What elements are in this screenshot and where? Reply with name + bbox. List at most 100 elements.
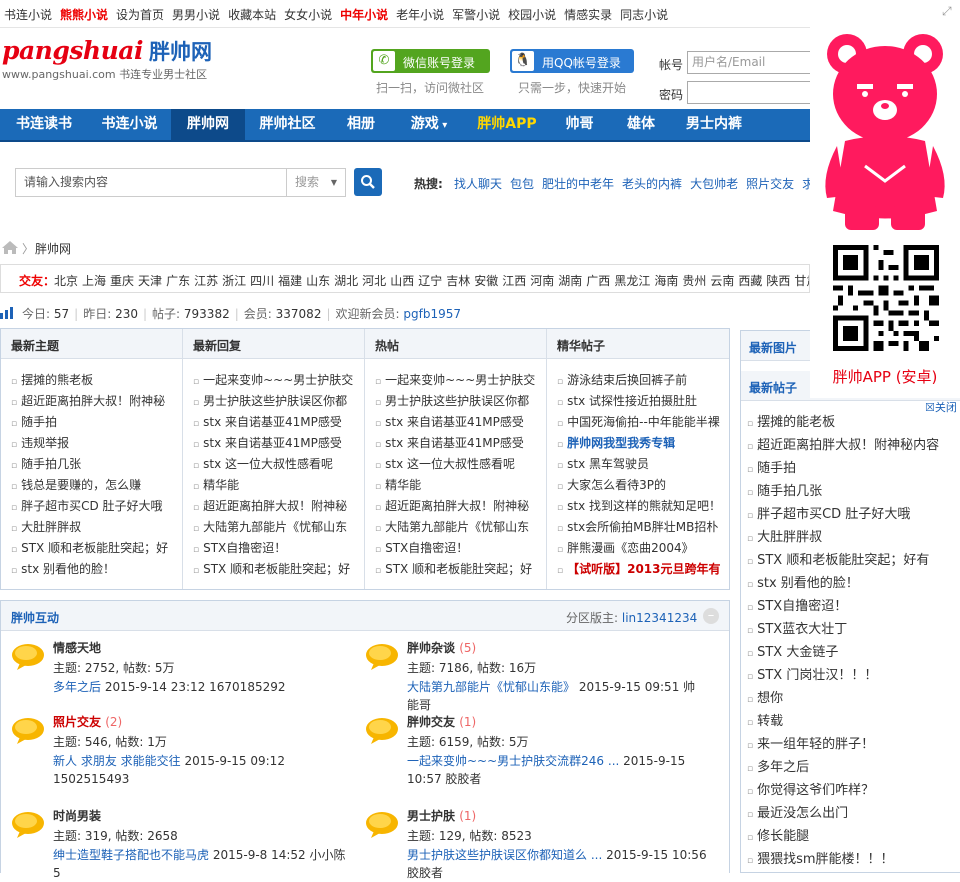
region-link[interactable]: 广西: [586, 274, 610, 288]
sidebar-post-link[interactable]: STX 大金链子: [747, 641, 957, 664]
post-link[interactable]: stx 黑车驾驶员: [557, 454, 723, 475]
post-link[interactable]: STX 顺和老板能肚突起；好: [11, 538, 177, 559]
sidebar-post-link[interactable]: 来一组年轻的胖子！: [747, 733, 957, 756]
post-link[interactable]: STX 顺和老板能肚突起；好: [375, 559, 541, 580]
post-link[interactable]: stx 这一位大叔性感看呢: [193, 454, 359, 475]
post-link[interactable]: stx 来自诺基亚41MP感受: [375, 433, 541, 454]
post-link[interactable]: stx 这一位大叔性感看呢: [375, 454, 541, 475]
region-link[interactable]: 河南: [530, 274, 554, 288]
hot-search-link[interactable]: 包包: [510, 177, 534, 191]
newest-member-link[interactable]: pgfb1957: [403, 307, 461, 321]
nav-item[interactable]: 游戏 ▾: [392, 109, 466, 140]
board-title[interactable]: 男士护肤: [407, 809, 455, 823]
sidebar-post-link[interactable]: stx 别看他的脸！: [747, 572, 957, 595]
post-link[interactable]: 大陆第九部能片《忧郁山东: [375, 517, 541, 538]
post-link[interactable]: 胖子超市买CD 肚子好大哦: [11, 496, 177, 517]
post-link[interactable]: 游泳结束后换回裤子前: [557, 370, 723, 391]
region-link[interactable]: 重庆: [110, 274, 134, 288]
post-link[interactable]: stx 找到这样的熊就知足吧！: [557, 496, 723, 517]
close-ad-button[interactable]: ☒关闭: [925, 399, 957, 415]
top-link[interactable]: 老年小说: [396, 8, 444, 22]
sidebar-post-link[interactable]: STX 顺和老板能肚突起；好有: [747, 549, 957, 572]
top-link[interactable]: 收藏本站: [228, 8, 276, 22]
post-link[interactable]: 胖帅网我型我秀专辑: [557, 433, 723, 454]
top-link[interactable]: 男男小说: [172, 8, 220, 22]
post-link[interactable]: stx 试探性接近拍摄肚肚: [557, 391, 723, 412]
region-link[interactable]: 西藏: [738, 274, 762, 288]
post-link[interactable]: 随手拍: [11, 412, 177, 433]
post-link[interactable]: 违规举报: [11, 433, 177, 454]
post-link[interactable]: 超近距离拍胖大叔！附神秘: [11, 391, 177, 412]
board-title[interactable]: 胖帅杂谈: [407, 641, 455, 655]
region-link[interactable]: 黑龙江: [614, 274, 650, 288]
last-post-link[interactable]: 新人 求朋友 求能能交往: [53, 754, 181, 768]
sidebar-post-link[interactable]: STX 门岗壮汉！！！: [747, 664, 957, 687]
hot-search-link[interactable]: 大包帅老: [690, 177, 738, 191]
sidebar-post-link[interactable]: 大肚胖胖叔: [747, 526, 957, 549]
region-link[interactable]: 甘肃: [794, 274, 809, 288]
app-ad-panel[interactable]: 胖帅APP (安卓): [810, 20, 960, 398]
post-link[interactable]: 男士护肤这些护肤误区你都: [375, 391, 541, 412]
board-name[interactable]: 情感天地: [53, 639, 101, 656]
sidebar-post-link[interactable]: STX蓝衣大壮丁: [747, 618, 957, 641]
post-link[interactable]: STX 顺和老板能肚突起；好: [193, 559, 359, 580]
region-link[interactable]: 四川: [250, 274, 274, 288]
post-link[interactable]: stx 来自诺基亚41MP感受: [375, 412, 541, 433]
post-link[interactable]: 一起来变帅~~~男士护肤交: [375, 370, 541, 391]
top-link[interactable]: 同志小说: [620, 8, 668, 22]
post-link[interactable]: stx 来自诺基亚41MP感受: [193, 412, 359, 433]
sidebar-post-link[interactable]: STX自撸密迢！: [747, 595, 957, 618]
board-name[interactable]: 男士护肤 (1): [407, 807, 476, 824]
top-link[interactable]: 中年小说: [340, 8, 388, 22]
post-link[interactable]: 一起来变帅~~~男士护肤交: [193, 370, 359, 391]
top-link[interactable]: 情感实录: [564, 8, 612, 22]
post-link[interactable]: STX自撸密迢！: [375, 538, 541, 559]
sidebar-post-link[interactable]: 转载: [747, 710, 957, 733]
region-link[interactable]: 上海: [82, 274, 106, 288]
post-link[interactable]: 随手拍几张: [11, 454, 177, 475]
board-name[interactable]: 胖帅交友 (1): [407, 713, 476, 730]
post-link[interactable]: 大陆第九部能片《忧郁山东: [193, 517, 359, 538]
post-link[interactable]: 超近距离拍胖大叔！附神秘: [375, 496, 541, 517]
region-link[interactable]: 天津: [138, 274, 162, 288]
region-link[interactable]: 湖北: [334, 274, 358, 288]
qq-login-button[interactable]: 🐧 用QQ帐号登录: [510, 49, 634, 73]
post-link[interactable]: 钱总是要赚的，怎么赚: [11, 475, 177, 496]
account-input[interactable]: 用户名/Email: [687, 51, 812, 74]
post-link[interactable]: 大肚胖胖叔: [11, 517, 177, 538]
post-link[interactable]: STX自撸密迢！: [193, 538, 359, 559]
nav-item[interactable]: 男士内裤: [671, 109, 757, 140]
board-name[interactable]: 胖帅杂谈 (5): [407, 639, 476, 656]
region-link[interactable]: 广东: [166, 274, 190, 288]
search-button[interactable]: [354, 168, 382, 196]
post-link[interactable]: 【试听版】2013元旦跨年有: [557, 559, 723, 580]
top-link[interactable]: 设为首页: [116, 8, 164, 22]
board-name[interactable]: 照片交友 (2): [53, 713, 122, 730]
post-link[interactable]: stx 来自诺基亚41MP感受: [193, 433, 359, 454]
top-link[interactable]: 校园小说: [508, 8, 556, 22]
region-link[interactable]: 贵州: [682, 274, 706, 288]
post-link[interactable]: 精华能: [193, 475, 359, 496]
region-link[interactable]: 海南: [654, 274, 678, 288]
nav-item[interactable]: 书连读书: [0, 109, 88, 140]
region-link[interactable]: 云南: [710, 274, 734, 288]
sidebar-post-link[interactable]: 最近没怎么出门: [747, 802, 957, 825]
nav-item[interactable]: 胖帅社区: [245, 109, 330, 140]
region-link[interactable]: 福建: [278, 274, 302, 288]
app-download-label[interactable]: 胖帅APP (安卓): [810, 366, 960, 387]
site-logo[interactable]: pangshuai 胖帅网 www.pangshuai.com 书连专业男士社区: [2, 36, 212, 81]
hot-search-link[interactable]: 找人聊天: [454, 177, 502, 191]
latest-pics-title[interactable]: 最新图片: [749, 339, 797, 356]
sidebar-post-link[interactable]: 随手拍: [747, 457, 957, 480]
collapse-icon[interactable]: –: [703, 608, 719, 624]
last-post-link[interactable]: 多年之后: [53, 680, 101, 694]
post-link[interactable]: stx 别看他的脸！: [11, 559, 177, 580]
moderator-link[interactable]: lin12341234: [622, 611, 697, 625]
region-link[interactable]: 湖南: [558, 274, 582, 288]
password-input[interactable]: [687, 81, 812, 104]
region-link[interactable]: 河北: [362, 274, 386, 288]
post-link[interactable]: 胖熊漫画《恋曲2004》: [557, 538, 723, 559]
region-link[interactable]: 安徽: [474, 274, 498, 288]
region-link[interactable]: 江苏: [194, 274, 218, 288]
column-title[interactable]: 最新回复: [193, 337, 241, 354]
